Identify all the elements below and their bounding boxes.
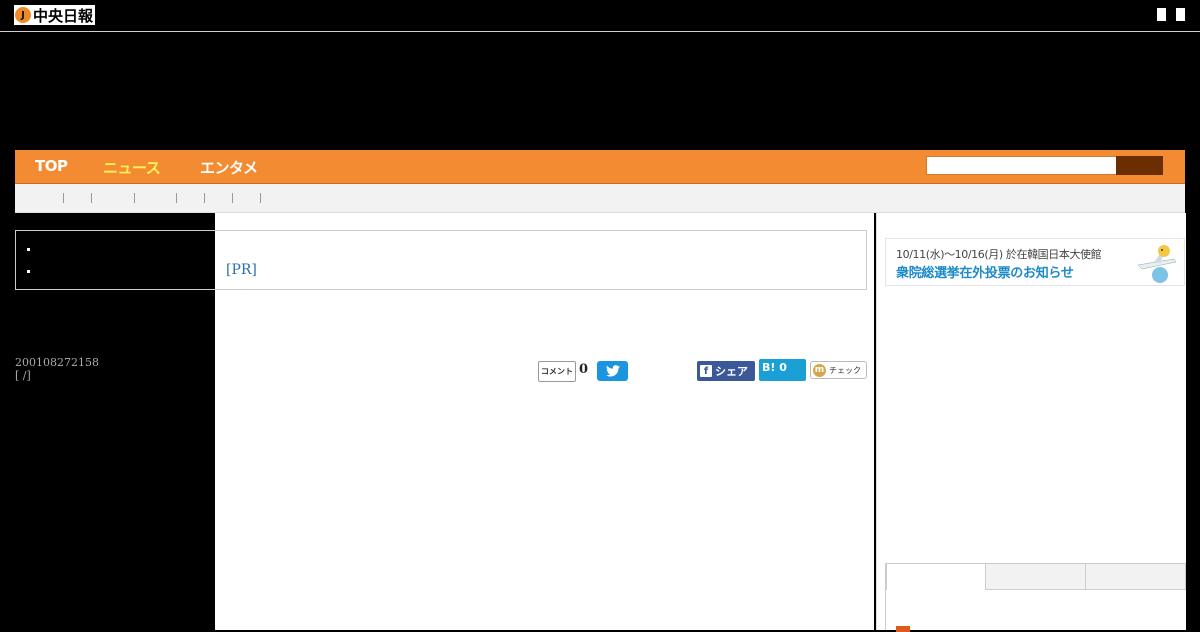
subnav-divider: [91, 193, 92, 203]
search-input[interactable]: [926, 156, 1118, 175]
tab-2[interactable]: [985, 563, 1086, 590]
list-bullet: [27, 270, 30, 273]
comment-button[interactable]: コメント: [538, 361, 576, 382]
mixi-check-button[interactable]: m チェック: [810, 361, 867, 379]
list-bullet: [27, 248, 30, 251]
subnav-divider: [176, 193, 177, 203]
header-button-2[interactable]: [1176, 8, 1185, 21]
pr-link[interactable]: [PR]: [226, 262, 257, 278]
global-nav: TOP ニュース エンタメ: [15, 150, 1185, 184]
facebook-share-label: シェア: [715, 365, 748, 378]
banner-title: 衆院総選挙在外投票のお知らせ: [896, 266, 1074, 281]
subnav-divider: [260, 193, 261, 203]
nav-item-top[interactable]: TOP: [35, 157, 68, 175]
comment-count: 0: [579, 362, 589, 377]
subnav-divider: [204, 193, 205, 203]
logo-badge-icon: J: [15, 7, 31, 23]
top-header: J 中央日報: [0, 0, 1200, 32]
rank-number-badge: [896, 626, 910, 632]
article-meta: 200108272158 [ /]: [15, 356, 99, 382]
subnav-divider: [63, 193, 64, 203]
sub-nav: [15, 184, 1185, 213]
article-source: [ /]: [15, 369, 31, 382]
search-button[interactable]: [1116, 156, 1163, 175]
subnav-divider: [134, 193, 135, 203]
hatena-bookmark-button[interactable]: B! 0: [759, 359, 806, 381]
site-logo[interactable]: J 中央日報: [14, 5, 96, 25]
election-banner[interactable]: 10/11(水)～10/16(月) 於在韓国日本大使館 衆院総選挙在外投票のお知…: [885, 238, 1185, 286]
nav-item-news[interactable]: ニュース: [103, 157, 161, 178]
headline-list: [15, 230, 867, 290]
header-button-1[interactable]: [1157, 8, 1166, 21]
tab-3[interactable]: [1085, 563, 1186, 590]
logo-text: 中央日報: [33, 6, 94, 25]
subnav-divider: [232, 193, 233, 203]
tab-1[interactable]: [886, 563, 986, 590]
banner-date-line: 10/11(水)～10/16(月) 於在韓国日本大使館: [896, 248, 1102, 261]
ranking-tabs: [885, 563, 1186, 630]
mixi-icon: m: [813, 363, 826, 377]
mixi-check-label: チェック: [829, 365, 861, 375]
airplane-mascot-icon: [1137, 245, 1177, 283]
facebook-share-button[interactable]: f シェア: [697, 361, 755, 381]
article-id: 200108272158: [15, 356, 99, 369]
nav-item-entame[interactable]: エンタメ: [200, 157, 258, 178]
twitter-share-button[interactable]: [597, 361, 628, 381]
twitter-bird-icon: [605, 365, 620, 377]
facebook-icon: f: [700, 365, 712, 377]
